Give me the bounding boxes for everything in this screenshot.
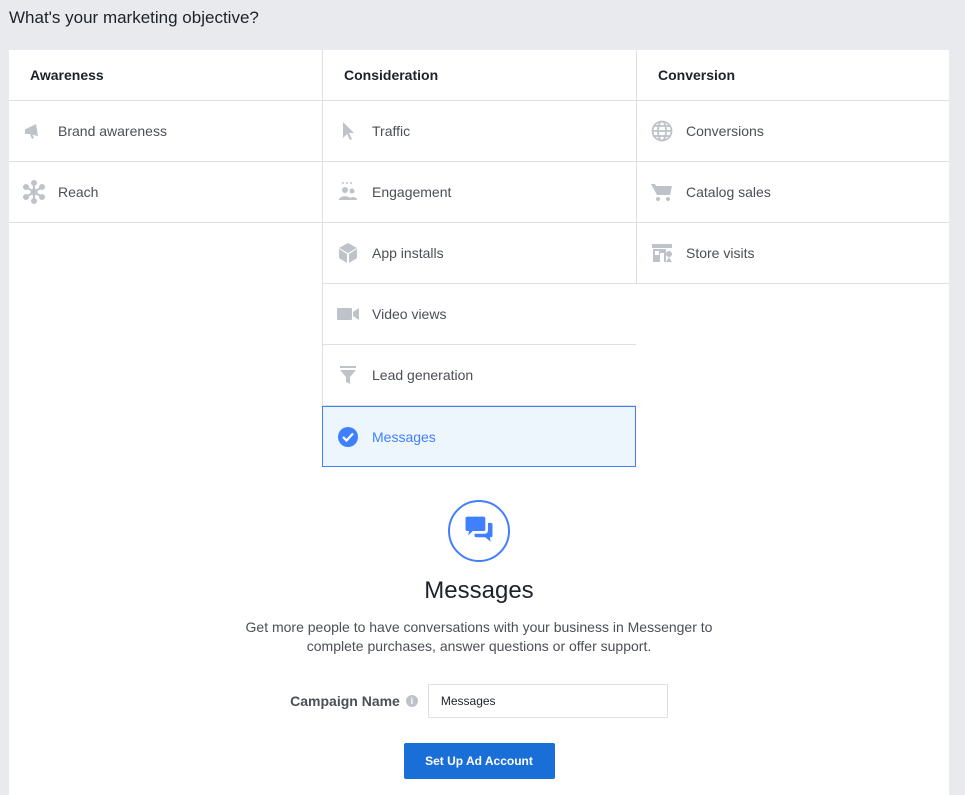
awareness-column: Awareness Brand awareness Reach [9,50,322,223]
objective-brand-awareness[interactable]: Brand awareness [9,101,322,162]
cart-icon [650,180,674,204]
objective-label: Engagement [372,184,452,200]
detail-description: Get more people to have conversations wi… [245,619,713,654]
column-header-consideration: Consideration [322,50,636,101]
chat-bubbles-icon [448,500,510,562]
funnel-icon [336,363,360,387]
cursor-icon [336,119,360,143]
objective-store-visits[interactable]: Store visits [636,223,949,284]
campaign-name-label: Campaign Name [290,693,400,709]
globe-icon [650,119,674,143]
objective-label: Traffic [372,123,411,139]
column-header-conversion: Conversion [636,50,949,101]
video-camera-icon [336,302,360,326]
objective-panel: Awareness Brand awareness Reach Consider… [9,50,949,795]
reach-icon [22,180,46,204]
objective-messages[interactable]: Messages [322,406,636,467]
objective-reach[interactable]: Reach [9,162,322,223]
objective-app-installs[interactable]: App installs [322,223,636,284]
objective-engagement[interactable]: Engagement [322,162,636,223]
info-icon[interactable]: i [405,695,418,707]
objective-label: Messages [372,428,436,445]
objective-label: App installs [372,245,444,261]
conversion-column: Conversion Conversions Catalog sales Sto… [636,50,949,284]
store-icon [650,241,674,265]
objective-label: Catalog sales [686,184,771,200]
objective-label: Brand awareness [58,123,167,139]
objective-label: Store visits [686,245,755,261]
objective-traffic[interactable]: Traffic [322,101,636,162]
campaign-name-input[interactable] [427,684,668,718]
objective-label: Reach [58,184,99,200]
campaign-name-row: Campaign Name i [9,684,949,718]
check-circle-icon [336,425,360,449]
objective-label: Lead generation [372,367,474,383]
objective-video-views[interactable]: Video views [322,284,636,345]
consideration-column: Consideration Traffic Engagement App ins… [322,50,636,467]
column-header-awareness: Awareness [9,50,322,101]
detail-title: Messages [424,577,534,604]
page-title: What's your marketing objective? [9,8,259,27]
box-icon [336,241,360,265]
set-up-ad-account-button[interactable]: Set Up Ad Account [403,743,555,779]
objective-label: Conversions [686,123,764,139]
people-icon [336,180,360,204]
objective-label: Video views [372,306,447,322]
objective-conversions[interactable]: Conversions [636,101,949,162]
objective-detail: Messages Get more people to have convers… [9,500,949,779]
megaphone-icon [22,119,46,143]
objective-lead-generation[interactable]: Lead generation [322,345,636,406]
objective-catalog-sales[interactable]: Catalog sales [636,162,949,223]
